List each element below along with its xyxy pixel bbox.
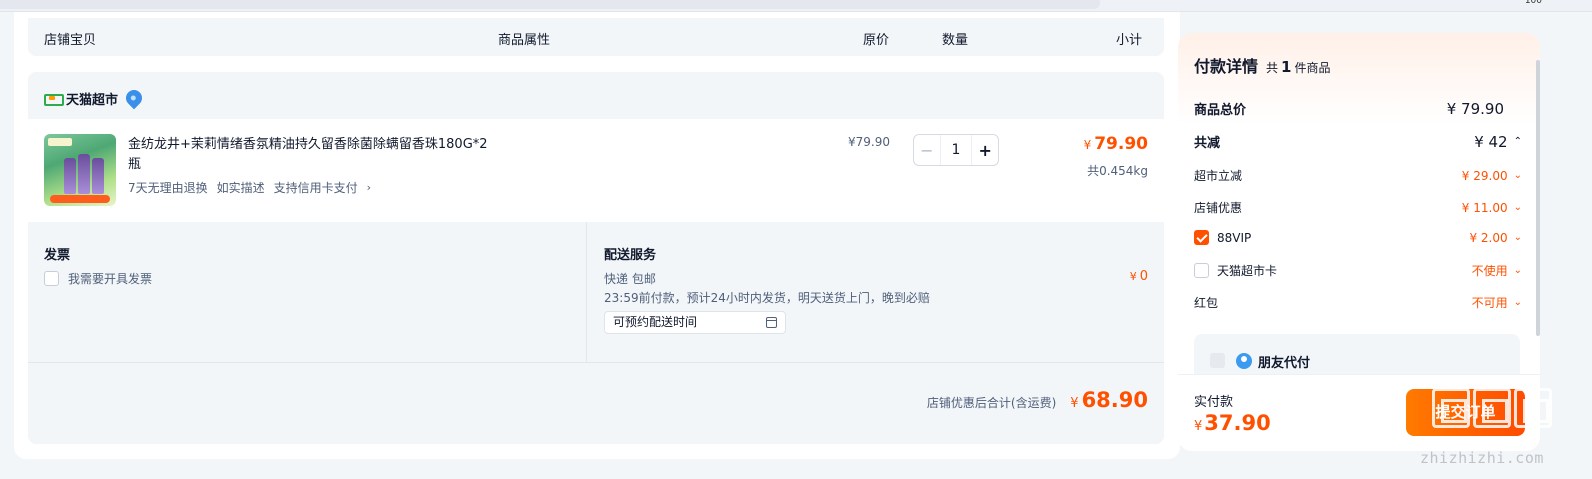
- red-packet-line[interactable]: 红包 不可用 ⌄: [1194, 294, 1522, 311]
- shop-badge-icon: [122, 86, 146, 110]
- shop-total-value: 68.90: [1081, 388, 1148, 412]
- delivery-eta: 23:59前付款，预计24小时内发货，明天送货上门，晚到必赔: [604, 291, 930, 305]
- divider: [28, 362, 1164, 363]
- chevron-down-icon[interactable]: ⌄: [1514, 170, 1522, 181]
- item-weight: 共0.454kg: [1087, 164, 1148, 178]
- goods-total-row: 商品总价 ¥ 79.90: [1194, 99, 1504, 119]
- friend-pay-icon: [1236, 353, 1252, 369]
- vip-discount-line[interactable]: 88VIP ¥ 2.00 ⌄: [1194, 230, 1522, 245]
- service-tag: 支持信用卡支付: [273, 181, 358, 195]
- calendar-icon: [766, 317, 777, 328]
- address-bar[interactable]: [0, 0, 1100, 9]
- chevron-down-icon[interactable]: ⌄: [1514, 297, 1522, 308]
- friend-pay-checkbox[interactable]: [1210, 353, 1225, 368]
- col-attributes: 商品属性: [498, 33, 551, 48]
- item-subtotal: ¥79.90: [1083, 134, 1148, 154]
- supermarket-card-checkbox[interactable]: [1194, 263, 1209, 278]
- table-header: 店铺宝贝 商品属性 原价 数量 小计: [28, 18, 1164, 56]
- service-tags[interactable]: 7天无理由退换 如实描述 支持信用卡支付 ›: [128, 179, 371, 196]
- discount-line[interactable]: 超市立减 ¥ 29.00 ⌄: [1194, 167, 1522, 184]
- pay-amount: ¥37.90: [1194, 411, 1271, 435]
- invoice-checkbox-row[interactable]: 我需要开具发票: [44, 270, 152, 287]
- product-image[interactable]: [44, 134, 116, 206]
- chevron-down-icon[interactable]: ⌄: [1514, 265, 1522, 276]
- payment-title: 付款详情 共 1 件商品: [1194, 57, 1331, 76]
- delivery-section: 配送服务 快递 包邮 23:59前付款，预计24小时内发货，明天送货上门，晚到必…: [588, 222, 1164, 362]
- product-title[interactable]: 金纺龙井+茉莉情绪香氛精油持久留香除菌除螨留香珠180G*2瓶: [128, 135, 488, 175]
- shop-card: 天猫超市 金纺龙井+茉莉情绪香氛精油持久留香除菌除螨留香珠180G*2瓶 7天无…: [28, 72, 1164, 444]
- delivery-method: 快递 包邮: [604, 272, 656, 286]
- shop-total: 店铺优惠后合计(含运费) ¥ 68.90: [926, 388, 1148, 412]
- invoice-checkbox-label: 我需要开具发票: [68, 272, 153, 286]
- quantity-input[interactable]: 1: [939, 135, 973, 165]
- discount-row[interactable]: 共减 ¥ 42 ⌃: [1194, 132, 1522, 152]
- watermark-url: zhizhizhi.com: [1420, 449, 1544, 467]
- tmall-logo-icon: [44, 92, 64, 106]
- shop-header: 天猫超市: [44, 86, 146, 110]
- scrollbar[interactable]: [1536, 60, 1540, 336]
- increase-button[interactable]: +: [972, 141, 998, 160]
- supermarket-card-line[interactable]: 天猫超市卡 不使用 ⌄: [1194, 262, 1522, 279]
- invoice-title: 发票: [44, 248, 71, 263]
- service-tag: 如实描述: [216, 181, 265, 195]
- quantity-stepper: − 1 +: [913, 134, 999, 166]
- invoice-section: 发票 我需要开具发票: [28, 222, 587, 362]
- col-original-price: 原价: [863, 33, 890, 48]
- col-quantity: 数量: [942, 33, 969, 48]
- delivery-title: 配送服务: [604, 248, 657, 263]
- original-price: ¥79.90: [848, 135, 890, 149]
- watermark-logo: [1432, 388, 1562, 438]
- browser-top-strip: 100: [0, 0, 1592, 12]
- shop-total-label: 店铺优惠后合计(含运费): [926, 396, 1057, 410]
- col-subtotal: 小计: [1116, 33, 1143, 48]
- delivery-time-select[interactable]: 可预约配送时间: [604, 311, 786, 334]
- discount-line[interactable]: 店铺优惠 ¥ 11.00 ⌄: [1194, 199, 1522, 216]
- zoom-indicator: 100: [1524, 0, 1542, 6]
- col-shop-item: 店铺宝贝: [44, 33, 97, 48]
- decrease-button[interactable]: −: [914, 141, 940, 160]
- chevron-down-icon[interactable]: ⌄: [1514, 232, 1522, 243]
- chevron-up-icon[interactable]: ⌃: [1514, 136, 1522, 147]
- chevron-down-icon[interactable]: ⌄: [1514, 202, 1522, 213]
- friend-pay-label: 朋友代付: [1258, 356, 1311, 371]
- vip-checkbox[interactable]: [1194, 230, 1209, 245]
- cart-item: 金纺龙井+茉莉情绪香氛精油持久留香除菌除螨留香珠180G*2瓶 7天无理由退换 …: [28, 119, 1164, 222]
- chevron-right-icon: ›: [366, 181, 372, 194]
- order-panel: 店铺宝贝 商品属性 原价 数量 小计 天猫超市 金纺龙井+茉莉情绪香氛精油持久留…: [14, 12, 1180, 459]
- pay-label: 实付款: [1194, 395, 1234, 410]
- shop-name[interactable]: 天猫超市: [66, 89, 118, 108]
- service-tag: 7天无理由退换: [128, 181, 208, 195]
- invoice-checkbox[interactable]: [44, 271, 59, 286]
- delivery-fee: ¥0: [1129, 269, 1148, 284]
